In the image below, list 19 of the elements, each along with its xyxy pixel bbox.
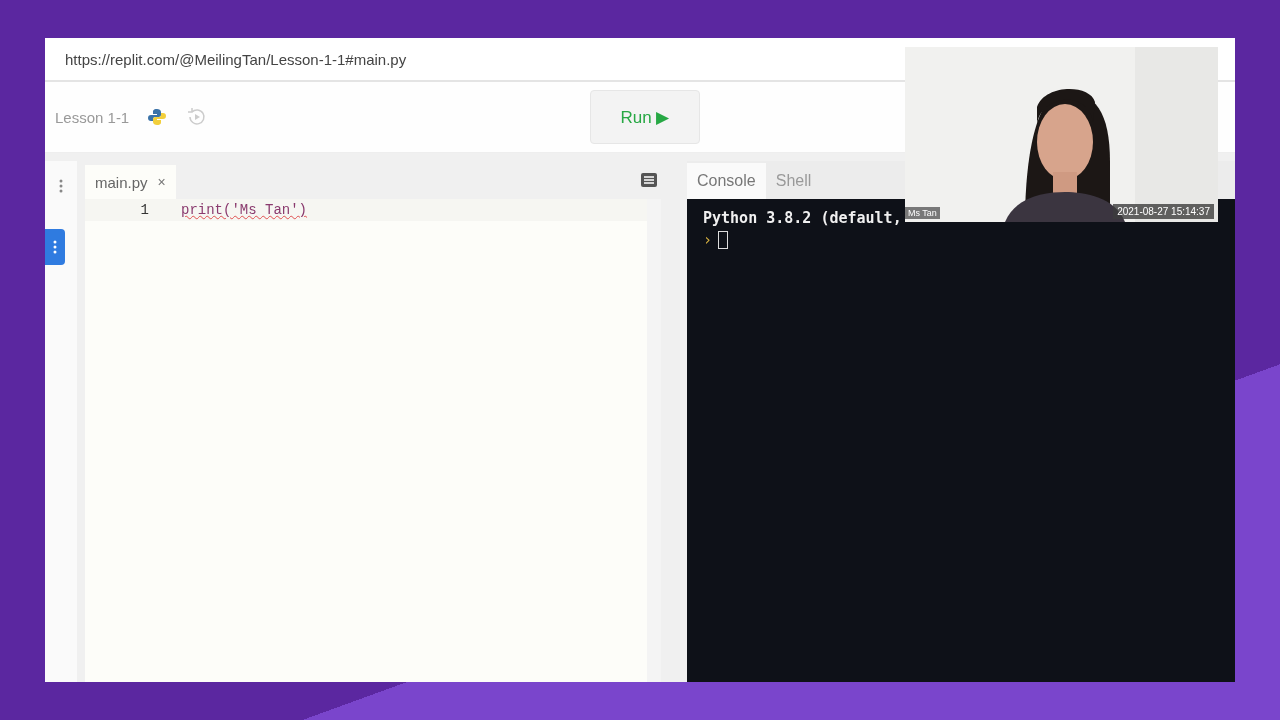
format-icon[interactable]: [641, 173, 657, 187]
console-tab[interactable]: Shell: [765, 163, 822, 199]
python-icon[interactable]: [147, 107, 168, 127]
line-number: 1: [139, 202, 149, 218]
console-tab[interactable]: Console: [687, 163, 766, 199]
name-tag: Ms Tan: [905, 207, 940, 219]
cursor-icon: [718, 231, 729, 249]
more-icon[interactable]: [59, 179, 63, 193]
code-line: print('Ms Tan'): [181, 202, 308, 218]
url-text: https://replit.com/@MeilingTan/Lesson-1-1#main.py: [65, 50, 407, 68]
prompt-symbol: ›: [703, 231, 713, 249]
run-button[interactable]: Run ▶: [590, 90, 700, 144]
more-icon: [53, 240, 57, 254]
file-tab[interactable]: main.py ×: [85, 165, 176, 199]
files-button[interactable]: [45, 229, 65, 265]
console-output: Python 3.8.2 (default,: [703, 209, 902, 227]
close-icon[interactable]: ×: [157, 174, 166, 190]
timestamp: 2021-08-27 15:14:37: [1113, 204, 1214, 219]
repl-name[interactable]: Lesson 1-1: [55, 108, 130, 126]
